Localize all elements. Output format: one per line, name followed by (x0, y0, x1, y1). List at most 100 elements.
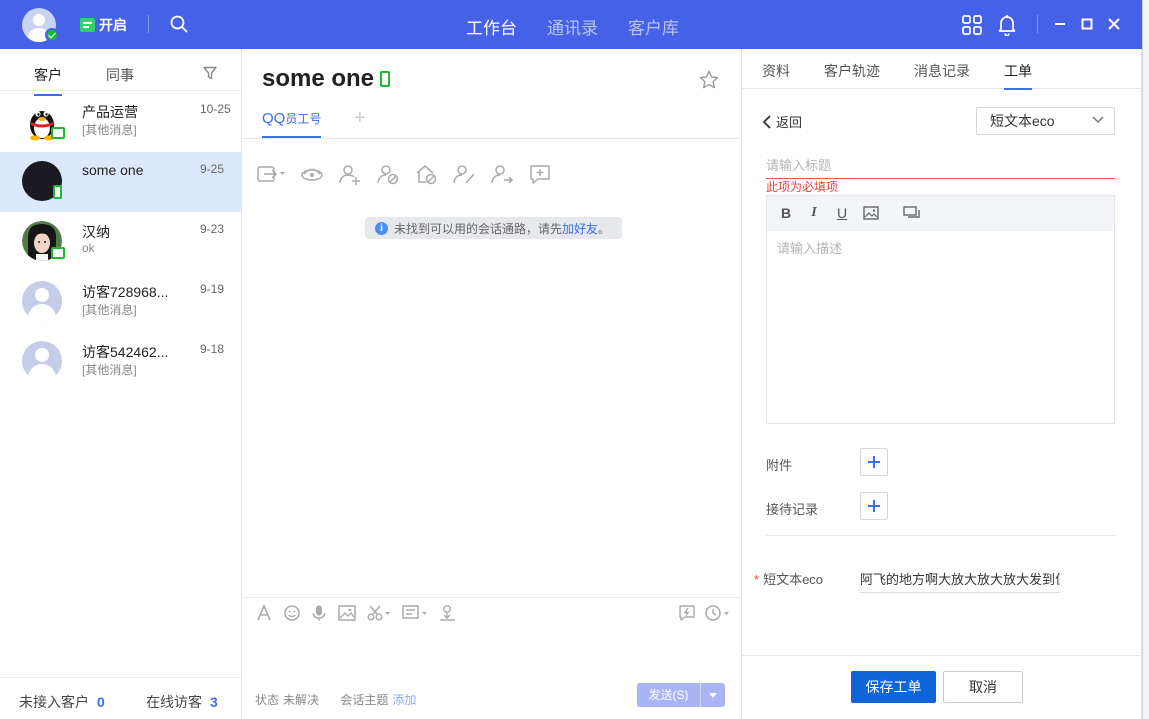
editor-format-toolbar: B I U (767, 196, 1114, 231)
close-icon[interactable] (1104, 14, 1124, 34)
background-window-edge (1142, 0, 1149, 719)
bold-icon[interactable]: B (779, 205, 793, 221)
lightning-reply-icon[interactable] (678, 604, 696, 622)
tab-qq-staff[interactable]: QQ员工号 (262, 110, 322, 138)
chevron-left-icon (762, 114, 771, 129)
online-label: 在线访客 (146, 694, 202, 710)
apps-grid-icon[interactable] (961, 14, 983, 36)
add-tab-button[interactable]: + (354, 107, 366, 130)
conversation-item-selected[interactable]: some one 9-25 (0, 152, 241, 212)
home-block-icon[interactable] (414, 163, 438, 185)
right-tabs: 资料 客户轨迹 消息记录 工单 (742, 49, 1141, 90)
image-icon[interactable] (337, 604, 357, 622)
transfer-user-icon[interactable] (490, 163, 514, 185)
divider (242, 597, 742, 598)
service-status-toggle[interactable]: 开启 (80, 15, 127, 35)
reception-record-label: 接待记录 (766, 502, 819, 517)
send-button[interactable]: 发送(S) (637, 683, 725, 707)
back-button[interactable]: 返回 (762, 112, 802, 131)
unaccepted-count: 0 (97, 694, 105, 710)
conversation-item[interactable]: 汉纳 ok 9-23 (0, 212, 241, 272)
quick-reply-icon[interactable] (401, 604, 429, 622)
edit-user-icon[interactable] (452, 163, 476, 185)
eco-field-label: * 短文本eco (754, 572, 824, 587)
conversation-name: 汉纳 (82, 224, 110, 240)
tab-qq-suffix: 员工号 (285, 112, 322, 126)
transfer-icon[interactable] (256, 163, 286, 185)
save-ticket-button[interactable]: 保存工单 (851, 671, 936, 703)
history-clock-icon[interactable] (704, 604, 732, 622)
nav-customer-library[interactable]: 客户库 (628, 14, 679, 39)
unaccepted-label: 未接入客户 (19, 694, 89, 710)
tab-profile[interactable]: 资料 (762, 61, 790, 81)
bell-icon[interactable] (997, 14, 1017, 36)
status-label: 状态 (255, 693, 280, 707)
add-reception-record-button[interactable] (860, 492, 888, 520)
conversation-preview: ok (82, 241, 95, 255)
divider (1037, 15, 1038, 33)
add-user-icon[interactable] (338, 163, 362, 185)
send-options-chevron-icon[interactable] (701, 692, 725, 698)
description-editor[interactable]: B I U 请输入描述 (766, 195, 1115, 424)
search-icon[interactable] (170, 15, 188, 33)
eco-field-input[interactable]: 阿飞的地方啊大放大放大放大发到位 (860, 569, 1060, 593)
insert-reply-icon[interactable] (903, 206, 921, 220)
block-user-icon[interactable] (376, 163, 400, 185)
conversation-preview: [其他消息] (82, 123, 137, 137)
send-label: 发送(S) (637, 683, 701, 707)
insert-image-icon[interactable] (863, 206, 879, 220)
invite-evaluate-icon[interactable] (438, 604, 458, 622)
tab-ticket[interactable]: 工单 (1004, 61, 1032, 90)
description-placeholder: 请输入描述 (777, 241, 843, 256)
conversation-preview: [其他消息] (82, 363, 137, 377)
tab-customer-trail[interactable]: 客户轨迹 (824, 61, 880, 81)
add-topic-link[interactable]: 添加 (392, 693, 416, 707)
tab-colleagues[interactable]: 同事 (106, 65, 134, 85)
star-icon[interactable] (698, 69, 720, 91)
conversation-name: some one (82, 162, 144, 178)
conversation-date: 10-25 (200, 102, 231, 116)
add-attachment-button[interactable] (860, 448, 888, 476)
emoji-icon[interactable] (283, 604, 301, 622)
conversation-preview: [其他消息] (82, 303, 137, 317)
ticket-title-input[interactable] (766, 149, 1115, 179)
conversation-item[interactable]: 产品运营 [其他消息] 10-25 (0, 92, 241, 152)
nav-contacts[interactable]: 通讯录 (547, 14, 598, 39)
underline-icon[interactable]: U (835, 205, 849, 221)
font-icon[interactable] (256, 604, 274, 622)
required-error-text: 此项为必填项 (766, 180, 839, 194)
mobile-channel-icon (53, 185, 62, 199)
maximize-icon[interactable] (1077, 14, 1097, 34)
left-tabs: 客户 同事 (0, 49, 241, 96)
conversation-item[interactable]: 访客542462... [其他消息] 9-18 (0, 332, 241, 392)
divider (742, 655, 1142, 656)
tab-customers[interactable]: 客户 (34, 65, 62, 96)
add-friend-link[interactable]: 加好友 (562, 222, 598, 236)
add-comment-icon[interactable] (528, 163, 552, 185)
chevron-down-icon (1092, 116, 1104, 124)
italic-icon[interactable]: I (807, 205, 821, 221)
microphone-icon[interactable] (310, 604, 328, 622)
chat-title: some one (262, 65, 391, 93)
scissors-icon[interactable] (366, 604, 392, 622)
filter-icon[interactable] (203, 66, 217, 80)
mobile-channel-icon (380, 71, 391, 87)
online-check-icon (45, 28, 59, 42)
ticket-type-value: 短文本eco (990, 113, 1055, 129)
top-bar: 开启 工作台 通讯录 客户库 (0, 0, 1142, 49)
status-value[interactable]: 未解决 (283, 693, 319, 707)
cancel-button[interactable]: 取消 (943, 671, 1023, 703)
ticket-type-select[interactable]: 短文本eco (976, 107, 1115, 135)
nav-workbench[interactable]: 工作台 (466, 14, 517, 39)
minimize-icon[interactable] (1050, 14, 1070, 34)
online-count: 3 (210, 694, 218, 710)
visitor-icon[interactable] (300, 163, 324, 185)
ticket-panel: 资料 客户轨迹 消息记录 工单 返回 短文本eco 此项为必填项 B I U 请… (742, 49, 1142, 719)
unaccepted-customers[interactable]: 未接入客户 0 (19, 692, 105, 712)
default-avatar-icon (22, 281, 62, 321)
divider (148, 15, 149, 33)
tab-message-history[interactable]: 消息记录 (914, 61, 970, 81)
desktop-channel-icon (51, 127, 65, 139)
conversation-item[interactable]: 访客728968... [其他消息] 9-19 (0, 272, 241, 332)
online-visitors[interactable]: 在线访客 3 (146, 692, 218, 712)
